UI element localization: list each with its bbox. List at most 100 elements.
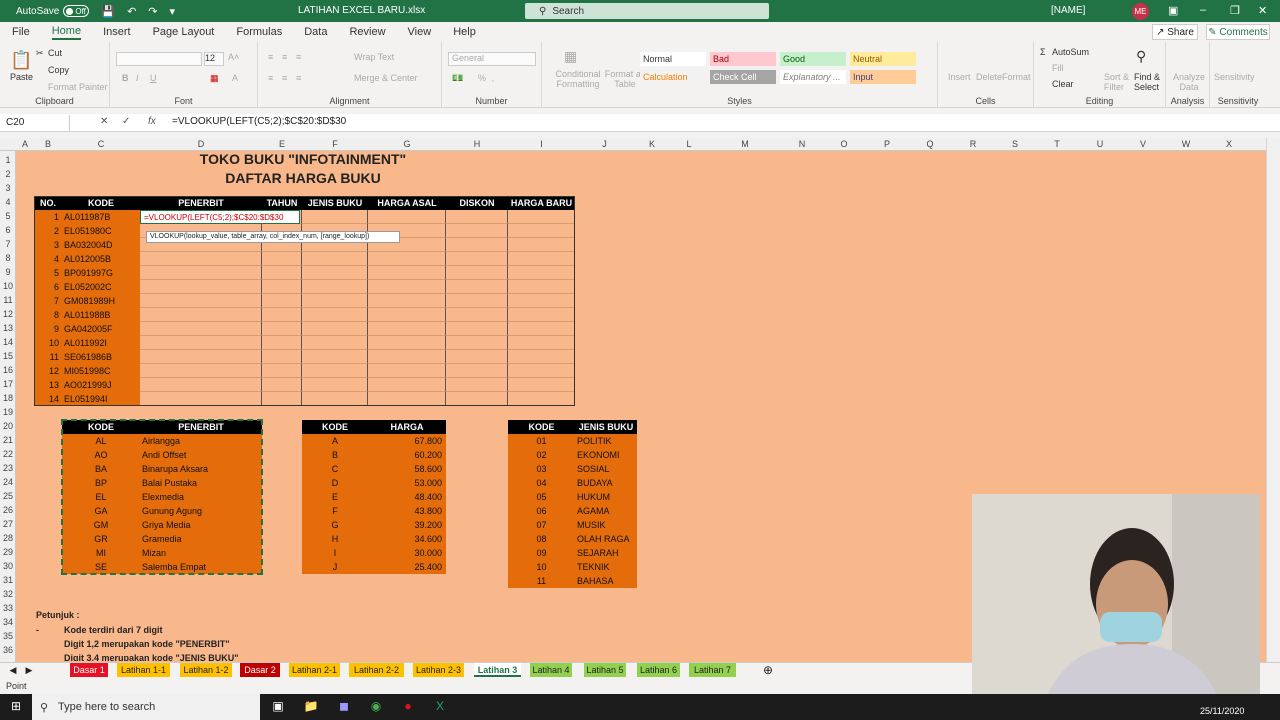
- restore-icon[interactable]: ❐: [1230, 4, 1240, 17]
- kode-cell[interactable]: BP091997G: [62, 266, 140, 280]
- autosave-toggle[interactable]: AutoSave Off: [16, 5, 90, 17]
- header-harga-asal[interactable]: HARGA ASAL: [368, 196, 446, 210]
- column-header[interactable]: K: [634, 139, 670, 149]
- sheet-tab[interactable]: Dasar 2: [240, 663, 280, 677]
- harga-header-kode[interactable]: KODE: [302, 420, 368, 434]
- row-header[interactable]: 16: [0, 365, 16, 375]
- empty-cell[interactable]: [302, 364, 368, 378]
- empty-cell[interactable]: [302, 294, 368, 308]
- empty-cell[interactable]: [368, 392, 446, 406]
- empty-cell[interactable]: [446, 378, 508, 392]
- close-icon[interactable]: ✕: [1258, 4, 1267, 17]
- column-header[interactable]: W: [1164, 139, 1208, 149]
- empty-cell[interactable]: [446, 322, 508, 336]
- excel-taskbar-icon[interactable]: X: [432, 699, 448, 715]
- sheet-tab[interactable]: Latihan 7: [689, 663, 736, 677]
- empty-cell[interactable]: [140, 266, 262, 280]
- empty-cell[interactable]: [508, 350, 575, 364]
- italic-icon[interactable]: I: [136, 73, 139, 83]
- empty-cell[interactable]: [368, 322, 446, 336]
- empty-cell[interactable]: [140, 378, 262, 392]
- harga-kode[interactable]: E: [302, 490, 368, 504]
- analyze-data-button[interactable]: Analyze Data: [1172, 72, 1206, 92]
- enter-icon[interactable]: ✓: [122, 116, 130, 127]
- empty-cell[interactable]: [262, 266, 302, 280]
- kode-cell[interactable]: BA032004D: [62, 238, 140, 252]
- header-tahun[interactable]: TAHUN: [262, 196, 302, 210]
- empty-cell[interactable]: [508, 294, 575, 308]
- jenis-name[interactable]: SOSIAL: [575, 462, 637, 476]
- empty-cell[interactable]: [262, 392, 302, 406]
- row-header[interactable]: 9: [0, 267, 16, 277]
- row-header[interactable]: 25: [0, 491, 16, 501]
- jenis-kode[interactable]: 09: [508, 546, 575, 560]
- tab-home[interactable]: Home: [51, 25, 82, 40]
- column-header[interactable]: F: [302, 139, 368, 149]
- harga-value[interactable]: 25.400: [368, 560, 446, 574]
- harga-value[interactable]: 53.000: [368, 476, 446, 490]
- row-header[interactable]: 21: [0, 435, 16, 445]
- row-header[interactable]: 14: [0, 337, 16, 347]
- font-color-icon[interactable]: A: [232, 73, 238, 83]
- kode-cell[interactable]: AL012005B: [62, 252, 140, 266]
- harga-value[interactable]: 48.400: [368, 490, 446, 504]
- row-number[interactable]: 8: [34, 308, 62, 322]
- harga-value[interactable]: 43.800: [368, 504, 446, 518]
- row-header[interactable]: 34: [0, 617, 16, 627]
- align-center-icon[interactable]: ≡: [282, 73, 287, 83]
- search-box[interactable]: ⚲ Search: [525, 3, 769, 19]
- scroll-tabs-left-icon[interactable]: ◀: [6, 663, 20, 677]
- active-cell-editor[interactable]: =VLOOKUP(LEFT(C5;2);$C$20:$D$30: [140, 210, 300, 224]
- row-header[interactable]: 35: [0, 631, 16, 641]
- empty-cell[interactable]: [262, 280, 302, 294]
- empty-cell[interactable]: [140, 336, 262, 350]
- empty-cell[interactable]: [508, 392, 575, 406]
- row-header[interactable]: 1: [0, 155, 16, 165]
- empty-cell[interactable]: [508, 280, 575, 294]
- sheet-tab[interactable]: Latihan 2-3: [413, 663, 464, 677]
- row-header[interactable]: 17: [0, 379, 16, 389]
- row-number[interactable]: 7: [34, 294, 62, 308]
- harga-kode[interactable]: I: [302, 546, 368, 560]
- sheet-tab[interactable]: Latihan 6: [637, 663, 680, 677]
- add-sheet-icon[interactable]: ⊕: [760, 663, 776, 677]
- empty-cell[interactable]: [302, 308, 368, 322]
- penerbit-kode[interactable]: BP: [62, 476, 140, 490]
- empty-cell[interactable]: [140, 322, 262, 336]
- kode-cell[interactable]: GM081989H: [62, 294, 140, 308]
- row-number[interactable]: 9: [34, 322, 62, 336]
- row-header[interactable]: 31: [0, 575, 16, 585]
- tab-help[interactable]: Help: [453, 26, 476, 38]
- harga-kode[interactable]: A: [302, 434, 368, 448]
- harga-value[interactable]: 30.000: [368, 546, 446, 560]
- empty-cell[interactable]: [508, 238, 575, 252]
- penerbit-header-name[interactable]: PENERBIT: [140, 420, 262, 434]
- row-header[interactable]: 18: [0, 393, 16, 403]
- undo-icon[interactable]: ↶: [127, 5, 136, 18]
- penerbit-name[interactable]: Binarupa Aksara: [140, 462, 262, 476]
- row-number[interactable]: 12: [34, 364, 62, 378]
- column-header[interactable]: O: [822, 139, 866, 149]
- row-header[interactable]: 29: [0, 547, 16, 557]
- sheet-tab[interactable]: Latihan 4: [530, 663, 572, 677]
- sort-filter-button[interactable]: Sort & Filter: [1104, 72, 1130, 92]
- header-no[interactable]: NO.: [34, 196, 62, 210]
- conditional-formatting-button[interactable]: Conditional Formatting: [548, 69, 608, 89]
- style-explanatory[interactable]: Explanatory ...: [780, 70, 846, 84]
- cut-button[interactable]: Cut: [48, 48, 62, 58]
- row-number[interactable]: 11: [34, 350, 62, 364]
- autosave-switch[interactable]: Off: [63, 5, 90, 17]
- kode-cell[interactable]: MI051998C: [62, 364, 140, 378]
- align-right-icon[interactable]: ≡: [296, 73, 301, 83]
- empty-cell[interactable]: [140, 350, 262, 364]
- row-number[interactable]: 5: [34, 266, 62, 280]
- jenis-name[interactable]: OLAH RAGA: [575, 532, 637, 546]
- document-title[interactable]: LATIHAN EXCEL BARU.xlsx: [298, 5, 425, 16]
- penerbit-name[interactable]: Gunung Agung: [140, 504, 262, 518]
- chrome-icon[interactable]: ◉: [368, 699, 384, 715]
- column-header[interactable]: J: [575, 139, 634, 149]
- empty-cell[interactable]: [446, 350, 508, 364]
- name-box[interactable]: C20: [2, 115, 70, 131]
- harga-value[interactable]: 34.600: [368, 532, 446, 546]
- style-bad[interactable]: Bad: [710, 52, 776, 66]
